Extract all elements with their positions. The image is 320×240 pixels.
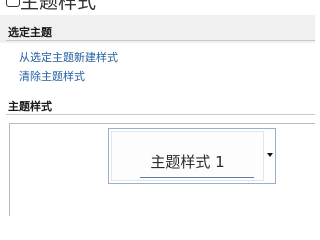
clear-theme-style-link[interactable]: 清除主题样式: [19, 68, 85, 84]
styles-section-divider: [6, 114, 315, 115]
select-section-heading: 选定主题: [8, 26, 52, 39]
window-title: 主题样式: [20, 0, 97, 13]
theme-style-preview: 主题样式 1: [111, 131, 264, 181]
theme-style-underline: [140, 177, 254, 178]
style-dropdown-button[interactable]: [266, 128, 276, 184]
window-title-bar: 主题样式: [0, 0, 315, 14]
styles-section-heading: 主题样式: [8, 100, 52, 113]
theme-style-label: 主题样式 1: [150, 153, 225, 171]
theme-style-icon: [6, 0, 20, 7]
new-style-from-selection-link[interactable]: 从选定主题新建样式: [19, 49, 118, 65]
theme-style-gallery: 主题样式 1: [9, 123, 315, 216]
select-section-divider: [6, 40, 315, 41]
theme-style-tile[interactable]: 主题样式 1: [108, 128, 267, 184]
